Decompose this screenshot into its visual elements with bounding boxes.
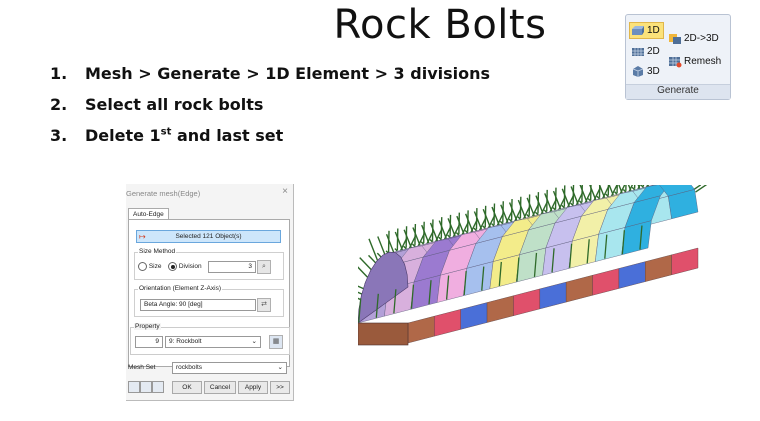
2d-mesh-icon bbox=[632, 48, 644, 56]
generate-2d-button[interactable]: 2D bbox=[631, 45, 660, 58]
property-edit-icon[interactable]: ▦ bbox=[269, 335, 283, 349]
select-arrow-icon: ↦ bbox=[139, 232, 146, 241]
wall-face bbox=[513, 288, 541, 316]
tunnel-invert-face bbox=[358, 322, 409, 346]
wall-face bbox=[539, 281, 567, 310]
ribbon-group-label: Generate bbox=[626, 84, 730, 99]
step-3: 3. Delete 1st and last set bbox=[50, 126, 284, 145]
mesh-set-select[interactable]: rockbolts ⌄ bbox=[172, 362, 287, 374]
chevron-down-icon: ⌄ bbox=[277, 364, 283, 371]
wall-face bbox=[486, 295, 514, 323]
step-list: 1. Mesh > Generate > 1D Element > 3 divi… bbox=[50, 64, 490, 157]
generate-ribbon-group: 1D 2D 3D 2D->3D Remesh Generate bbox=[625, 14, 731, 100]
rock-bolt bbox=[358, 297, 361, 301]
3d-mesh-icon bbox=[632, 66, 644, 77]
1d-mesh-icon bbox=[632, 26, 644, 35]
remesh-button[interactable]: Remesh bbox=[668, 55, 721, 68]
rock-bolt bbox=[695, 185, 708, 193]
step-2: 2. Select all rock bolts bbox=[50, 95, 264, 114]
mesh-set-label: Mesh Set bbox=[128, 364, 156, 371]
division-radio[interactable]: Division bbox=[168, 262, 202, 271]
mesh-icon[interactable] bbox=[152, 381, 164, 393]
property-id-input[interactable]: 9 bbox=[135, 336, 163, 348]
step-1: 1. Mesh > Generate > 1D Element > 3 divi… bbox=[50, 64, 491, 83]
size-radio[interactable]: Size bbox=[138, 262, 161, 271]
tunnel-mesh-model bbox=[358, 185, 708, 346]
selection-bar[interactable]: ↦ Selected 121 Object(s) bbox=[136, 230, 281, 243]
wall-face bbox=[671, 247, 699, 276]
more-button[interactable]: >> bbox=[270, 381, 290, 394]
rock-bolt bbox=[358, 266, 368, 278]
remesh-icon bbox=[669, 57, 682, 68]
cancel-button[interactable]: Cancel bbox=[204, 381, 236, 394]
table-icon[interactable] bbox=[140, 381, 152, 393]
wall-face bbox=[618, 261, 646, 289]
wall-face bbox=[645, 254, 672, 282]
wall-face bbox=[407, 315, 435, 344]
chevron-down-icon: ⌄ bbox=[251, 338, 257, 345]
orientation-picker-icon[interactable]: ⇄ bbox=[257, 298, 271, 312]
2d-to-3d-button[interactable]: 2D->3D bbox=[668, 32, 719, 45]
generate-1d-button[interactable]: 1D bbox=[629, 22, 664, 39]
wall-face bbox=[592, 268, 620, 296]
property-select[interactable]: 9: Rockbolt ⌄ bbox=[165, 336, 261, 348]
extrude-icon bbox=[669, 34, 681, 44]
orientation-group: Orientation (Element Z-Axis) Beta Angle:… bbox=[134, 285, 284, 317]
property-group: Property 9 9: Rockbolt ⌄ ▦ bbox=[130, 323, 290, 355]
wall-face bbox=[565, 275, 593, 303]
ok-button[interactable]: OK bbox=[172, 381, 202, 394]
close-icon[interactable]: × bbox=[282, 186, 288, 197]
apply-button[interactable]: Apply bbox=[238, 381, 268, 394]
size-method-group: Size Method Size Division 3 ⌕ bbox=[134, 248, 284, 280]
generate-3d-button[interactable]: 3D bbox=[631, 65, 660, 78]
wall-face bbox=[460, 302, 488, 330]
orientation-input[interactable]: Beta Angle: 90 [deg] bbox=[140, 299, 256, 311]
wall-face bbox=[434, 309, 461, 337]
division-picker-icon[interactable]: ⌕ bbox=[257, 260, 271, 274]
dialog-title: Generate mesh(Edge) bbox=[126, 189, 201, 198]
division-input[interactable]: 3 bbox=[208, 261, 256, 273]
generate-mesh-dialog: Generate mesh(Edge) × Auto-Edge ↦ Select… bbox=[126, 184, 294, 401]
preview-icon[interactable] bbox=[128, 381, 140, 393]
